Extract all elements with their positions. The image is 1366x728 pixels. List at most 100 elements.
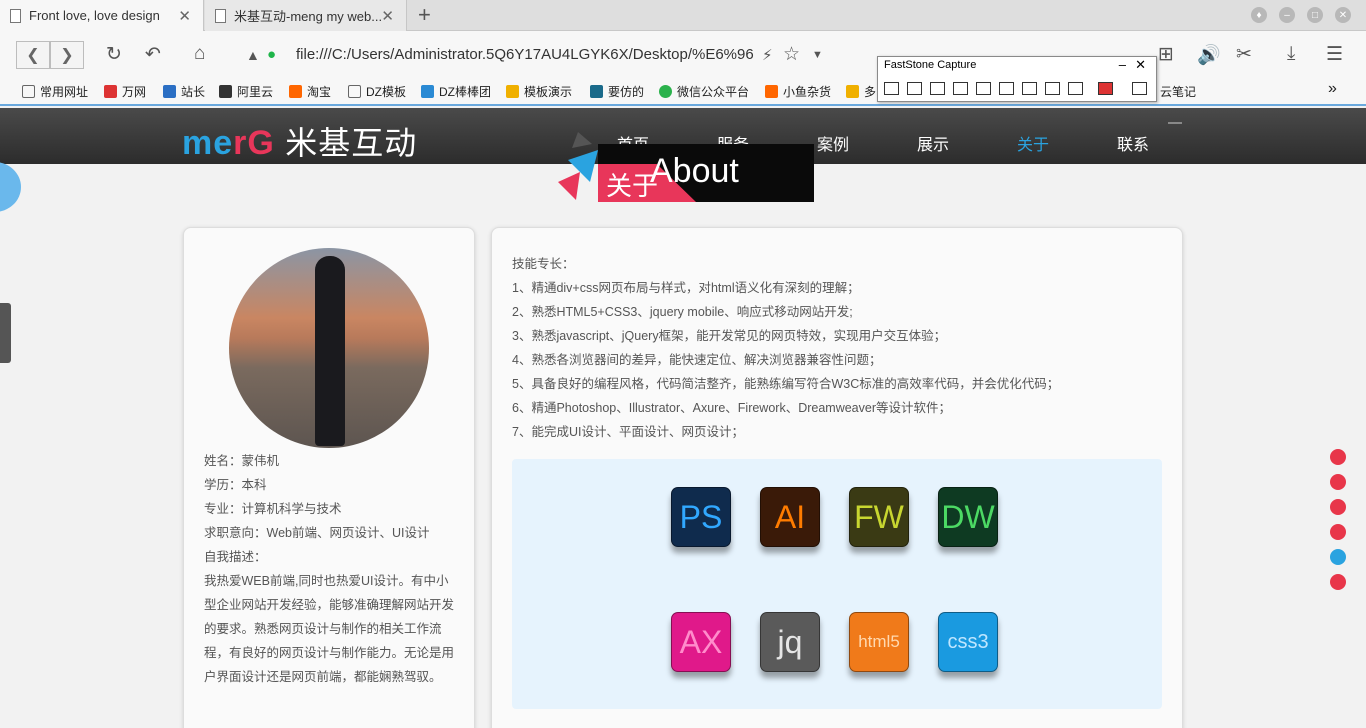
fireworks-icon: FW <box>849 487 909 547</box>
speaker-icon[interactable]: 🔊 <box>1197 43 1221 67</box>
chevron-down-icon[interactable]: ▼ <box>812 49 823 61</box>
forward-button[interactable]: ❯ <box>50 41 84 69</box>
chevron-right-icon[interactable]: » <box>1328 80 1337 98</box>
site-logo[interactable]: merG 米基互动 <box>182 118 417 164</box>
tab-front-love[interactable]: Front love, love design ✕ <box>0 0 204 31</box>
skill-item: 3、熟悉javascript、jQuery框架，能开发常见的网页特效，实现用户交… <box>512 329 947 343</box>
menu-about[interactable]: 关于 <box>1017 131 1049 155</box>
close-icon[interactable]: ✕ <box>178 7 191 25</box>
skill-item: 2、熟悉HTML5+CSS3、jquery mobile、响应式移动网站开发; <box>512 305 853 319</box>
bookmark-label: 淘宝 <box>307 85 332 99</box>
back-button[interactable]: ❮ <box>16 41 50 69</box>
bookmark-item[interactable]: 微信公众平台 <box>659 83 749 100</box>
close-icon[interactable]: ✕ <box>381 7 394 25</box>
new-tab-button[interactable]: + <box>418 2 431 28</box>
bookmark-item[interactable]: 小鱼杂货 <box>765 83 831 100</box>
capture-icon[interactable] <box>884 82 899 95</box>
maximize-icon[interactable]: □ <box>1307 7 1323 23</box>
home-icon[interactable]: ⌂ <box>194 43 205 65</box>
bookmark-item[interactable]: 多 <box>846 83 876 100</box>
profile-desc-line: 程，有良好的网页设计与制作能力。无论是用 <box>204 646 455 660</box>
bookmark-item[interactable]: 云笔记 <box>1160 83 1196 100</box>
capture-icon[interactable] <box>907 82 922 95</box>
refresh-icon[interactable]: ↻ <box>106 43 122 66</box>
capture-icon[interactable] <box>930 82 945 95</box>
axure-icon: AX <box>671 612 731 672</box>
page-dot-active[interactable] <box>1330 549 1346 565</box>
photoshop-icon: PS <box>671 487 731 547</box>
taobao-icon <box>289 85 302 98</box>
banner-en-title: About <box>650 152 739 190</box>
triangle-decoration <box>558 132 598 200</box>
page-dot[interactable] <box>1330 474 1346 490</box>
profile-photo <box>229 248 429 448</box>
copy-icon <box>590 85 603 98</box>
extensions-icon[interactable]: ⊞ <box>1158 43 1174 66</box>
undo-icon[interactable]: ↶ <box>145 43 161 66</box>
page-dot[interactable] <box>1330 524 1346 540</box>
skill-item: 7、能完成UI设计、平面设计、网页设计； <box>512 425 744 439</box>
person-figure <box>315 256 345 446</box>
bookmark-item[interactable]: 阿里云 <box>219 83 273 100</box>
shield-icon: ● <box>267 46 277 63</box>
address-toolbar: ❮ ❯ ↻ ↶ ⌂ ▲ ● file:///C:/Users/Administr… <box>0 31 1366 79</box>
signal-icon <box>1168 116 1182 124</box>
minimize-icon[interactable]: – <box>1279 7 1295 23</box>
tab-meng-web[interactable]: 米基互动-meng my web... ✕ <box>205 0 407 31</box>
bookmark-item[interactable]: 常用网址 <box>22 83 88 100</box>
capture-icon[interactable] <box>1068 82 1083 95</box>
skin-icon[interactable]: ♦ <box>1251 7 1267 23</box>
settings-icon[interactable] <box>1132 82 1147 95</box>
bookmark-item[interactable]: 要仿的 <box>590 83 644 100</box>
scissors-icon[interactable]: ✂ <box>1236 43 1252 66</box>
download-icon[interactable]: ⤓ <box>1287 43 1295 65</box>
profile-education: 学历：本科 <box>204 478 267 492</box>
bookmark-label: DZ棒棒团 <box>439 85 491 99</box>
capture-icon[interactable] <box>999 82 1014 95</box>
url-input[interactable]: file:///C:/Users/Administrator.5Q6Y17AU4… <box>296 46 754 63</box>
capture-icon[interactable] <box>976 82 991 95</box>
floating-ball[interactable] <box>0 162 21 212</box>
page-dot[interactable] <box>1330 449 1346 465</box>
bookmark-item[interactable]: 淘宝 <box>289 83 331 100</box>
minimize-icon[interactable]: – <box>1119 57 1126 72</box>
capture-icon[interactable] <box>953 82 968 95</box>
wechat-icon <box>659 85 672 98</box>
skill-item: 5、具备良好的编程风格，代码简洁整齐，能熟练编写符合W3C标准的高效率代码，并会… <box>512 377 1060 391</box>
menu-showcase[interactable]: 展示 <box>917 131 949 155</box>
menu-cases[interactable]: 案例 <box>817 131 849 155</box>
taobao-icon <box>765 85 778 98</box>
bookmark-label: 阿里云 <box>237 85 274 99</box>
lightning-icon[interactable]: ⚡ <box>762 46 773 64</box>
tab-title: Front love, love design <box>29 8 160 23</box>
bookmark-label: 站长 <box>181 85 206 99</box>
bookmark-item[interactable]: DZ棒棒团 <box>421 83 491 100</box>
skill-item: 4、熟悉各浏览器间的差异，能快速定位、解决浏览器兼容性问题； <box>512 353 882 367</box>
output-icon[interactable] <box>1098 82 1113 95</box>
template-icon <box>506 85 519 98</box>
logo-part: 米基互动 <box>285 125 418 161</box>
page-dot[interactable] <box>1330 499 1346 515</box>
menu-contact[interactable]: 联系 <box>1117 131 1149 155</box>
capture-icon[interactable] <box>1022 82 1037 95</box>
folder-icon <box>22 85 35 98</box>
logo-part: rG <box>233 124 275 162</box>
side-widget[interactable] <box>0 303 11 363</box>
menu-icon[interactable]: ☰ <box>1326 43 1343 66</box>
close-icon[interactable]: ✕ <box>1135 57 1146 73</box>
jquery-icon: jq <box>760 612 820 672</box>
close-window-icon[interactable]: ✕ <box>1335 7 1351 23</box>
star-icon[interactable]: ☆ <box>783 43 800 66</box>
bookmark-item[interactable]: 万网 <box>104 83 146 100</box>
bookmark-item[interactable]: 模板演示 <box>506 83 572 100</box>
bookmark-label: 云笔记 <box>1160 85 1197 99</box>
faststone-capture-window[interactable]: FastStone Capture – ✕ <box>877 56 1157 102</box>
bookmark-item[interactable]: 站长 <box>163 83 205 100</box>
bookmark-label: 要仿的 <box>608 85 645 99</box>
bookmark-label: 万网 <box>122 85 147 99</box>
bookmark-label: 小鱼杂货 <box>783 85 832 99</box>
bookmark-item[interactable]: DZ模板 <box>348 83 406 100</box>
capture-icon[interactable] <box>1045 82 1060 95</box>
page-dot[interactable] <box>1330 574 1346 590</box>
warning-icon: ▲ <box>246 47 260 63</box>
